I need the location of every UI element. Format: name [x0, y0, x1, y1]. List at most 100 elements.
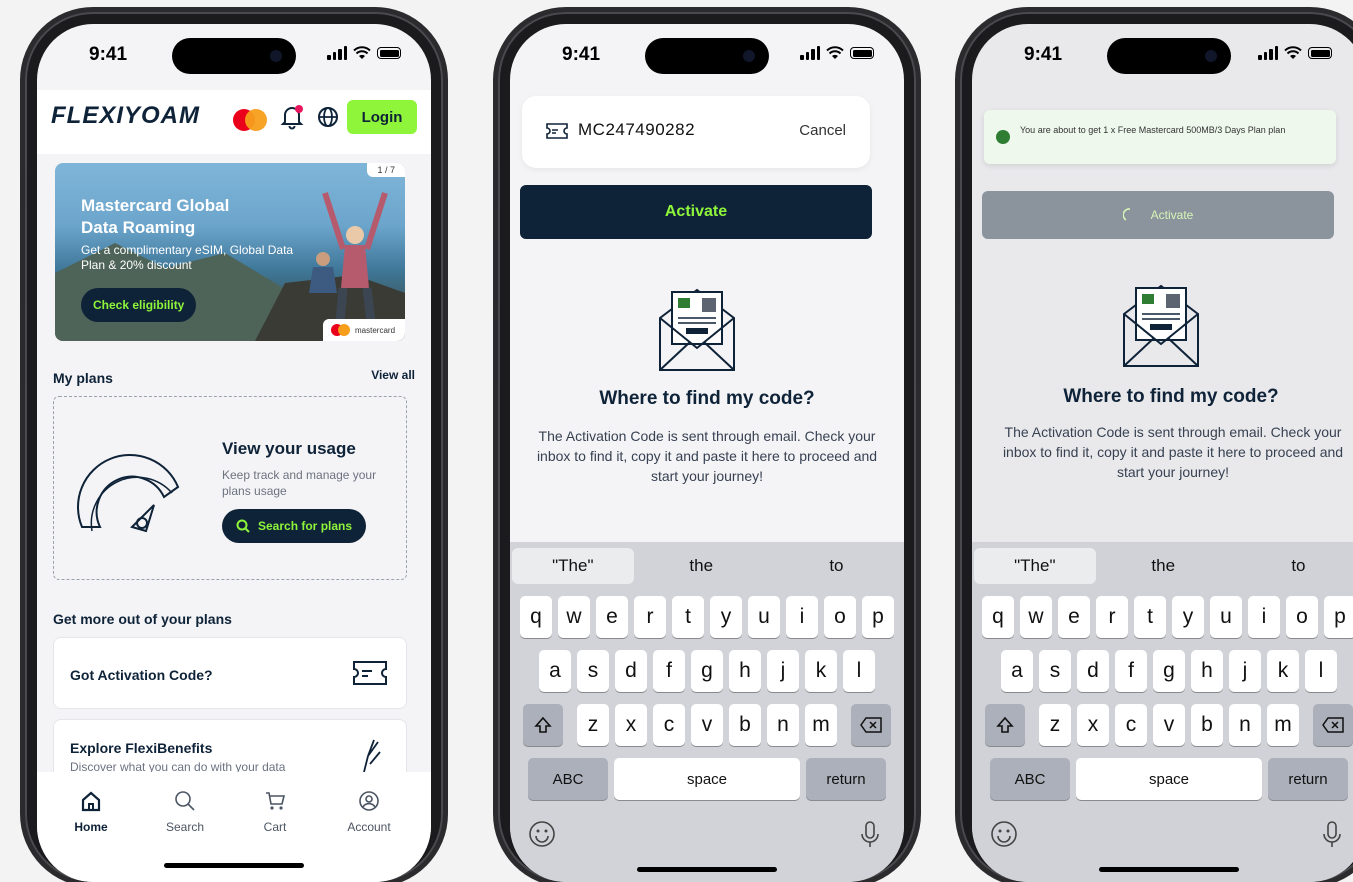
- shift-key[interactable]: [985, 704, 1025, 746]
- key[interactable]: t: [672, 596, 704, 638]
- my-plans-title: My plans: [53, 370, 113, 386]
- key[interactable]: d: [615, 650, 647, 692]
- key[interactable]: b: [729, 704, 761, 746]
- code-input-card[interactable]: MC247490282 Cancel: [522, 96, 870, 168]
- key[interactable]: i: [786, 596, 818, 638]
- home-icon: [81, 791, 101, 812]
- key[interactable]: u: [748, 596, 780, 638]
- search-for-plans-button[interactable]: Search for plans: [222, 509, 367, 543]
- key[interactable]: e: [1058, 596, 1090, 638]
- dynamic-island: [645, 38, 769, 74]
- key[interactable]: l: [1305, 650, 1337, 692]
- space-key[interactable]: space: [1076, 758, 1262, 800]
- key[interactable]: k: [1267, 650, 1299, 692]
- microphone-icon[interactable]: [1322, 820, 1342, 850]
- key[interactable]: g: [691, 650, 723, 692]
- key[interactable]: v: [691, 704, 723, 746]
- key[interactable]: i: [1248, 596, 1280, 638]
- key[interactable]: a: [539, 650, 571, 692]
- key[interactable]: r: [1096, 596, 1128, 638]
- key[interactable]: t: [1134, 596, 1166, 638]
- check-eligibility-button[interactable]: Check eligibility: [81, 288, 197, 322]
- find-code-title: Where to find my code?: [1063, 386, 1279, 407]
- key[interactable]: x: [615, 704, 647, 746]
- activation-code-title: Got Activation Code?: [70, 667, 213, 683]
- return-key[interactable]: return: [1268, 758, 1348, 800]
- suggestion-item[interactable]: to: [1231, 546, 1353, 586]
- key[interactable]: b: [1191, 704, 1223, 746]
- key[interactable]: y: [1172, 596, 1204, 638]
- search-icon: [236, 519, 250, 533]
- tab-search[interactable]: Search: [145, 790, 225, 834]
- flexibenefits-title: Explore FlexiBenefits: [70, 740, 213, 756]
- suggestion-item[interactable]: "The": [512, 548, 634, 584]
- hand-gesture-icon: [363, 739, 381, 773]
- view-all-link[interactable]: View all: [371, 368, 415, 382]
- key[interactable]: y: [710, 596, 742, 638]
- activation-code-input[interactable]: MC247490282: [578, 120, 695, 140]
- key[interactable]: h: [729, 650, 761, 692]
- suggestion-item[interactable]: "The": [974, 548, 1096, 584]
- activate-button[interactable]: Activate: [520, 185, 872, 239]
- activation-code-card[interactable]: Got Activation Code?: [53, 637, 407, 709]
- speedometer-icon: [77, 454, 180, 533]
- key[interactable]: f: [1115, 650, 1147, 692]
- emoji-icon[interactable]: [528, 820, 556, 848]
- microphone-icon[interactable]: [860, 820, 880, 850]
- shift-key[interactable]: [523, 704, 563, 746]
- key[interactable]: o: [1286, 596, 1318, 638]
- bell-icon[interactable]: [280, 104, 304, 130]
- phone-activating: 9:41 You are about to get 1 x Free Maste…: [956, 12, 1353, 882]
- key[interactable]: s: [577, 650, 609, 692]
- promo-banner[interactable]: 1 / 7 Mastercard Global Data Roaming Get…: [55, 163, 405, 341]
- suggestion-item[interactable]: the: [634, 546, 769, 586]
- key[interactable]: h: [1191, 650, 1223, 692]
- abc-key[interactable]: ABC: [528, 758, 608, 800]
- key[interactable]: f: [653, 650, 685, 692]
- suggestion-item[interactable]: the: [1096, 546, 1231, 586]
- key[interactable]: r: [634, 596, 666, 638]
- key[interactable]: c: [1115, 704, 1147, 746]
- key[interactable]: q: [520, 596, 552, 638]
- emoji-icon[interactable]: [990, 820, 1018, 848]
- key[interactable]: c: [653, 704, 685, 746]
- key[interactable]: k: [805, 650, 837, 692]
- key[interactable]: e: [596, 596, 628, 638]
- key[interactable]: v: [1153, 704, 1185, 746]
- delete-key[interactable]: [1313, 704, 1353, 746]
- key[interactable]: m: [1267, 704, 1299, 746]
- key[interactable]: a: [1001, 650, 1033, 692]
- key[interactable]: j: [1229, 650, 1261, 692]
- key[interactable]: w: [1020, 596, 1052, 638]
- tab-account[interactable]: Account: [329, 790, 409, 834]
- key[interactable]: q: [982, 596, 1014, 638]
- suggestion-item[interactable]: to: [769, 546, 904, 586]
- return-key[interactable]: return: [806, 758, 886, 800]
- key[interactable]: l: [843, 650, 875, 692]
- tab-cart[interactable]: Cart: [235, 790, 315, 834]
- delete-key[interactable]: [851, 704, 891, 746]
- key[interactable]: w: [558, 596, 590, 638]
- key[interactable]: d: [1077, 650, 1109, 692]
- key[interactable]: x: [1077, 704, 1109, 746]
- key[interactable]: p: [1324, 596, 1353, 638]
- key[interactable]: p: [862, 596, 894, 638]
- globe-icon[interactable]: [317, 106, 339, 128]
- abc-key[interactable]: ABC: [990, 758, 1070, 800]
- key[interactable]: u: [1210, 596, 1242, 638]
- tab-home[interactable]: Home: [51, 790, 131, 834]
- key[interactable]: z: [577, 704, 609, 746]
- key[interactable]: j: [767, 650, 799, 692]
- space-key[interactable]: space: [614, 758, 800, 800]
- key[interactable]: g: [1153, 650, 1185, 692]
- key[interactable]: n: [1229, 704, 1261, 746]
- key[interactable]: m: [805, 704, 837, 746]
- key[interactable]: n: [767, 704, 799, 746]
- banner-counter: 1 / 7: [367, 163, 405, 177]
- key[interactable]: s: [1039, 650, 1071, 692]
- login-button[interactable]: Login: [347, 100, 417, 134]
- key[interactable]: z: [1039, 704, 1071, 746]
- tab-account-label: Account: [347, 820, 391, 834]
- key[interactable]: o: [824, 596, 856, 638]
- cancel-button[interactable]: Cancel: [799, 122, 846, 139]
